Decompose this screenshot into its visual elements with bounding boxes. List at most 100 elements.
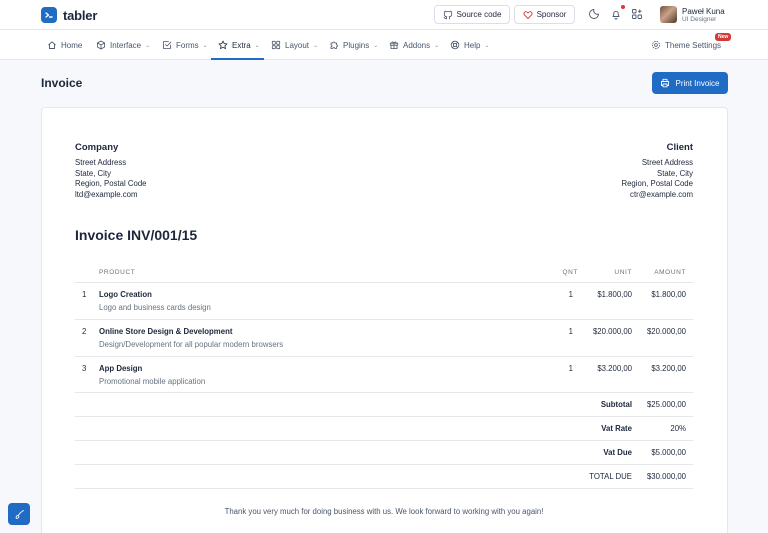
theme-settings-button[interactable]: Theme Settings <box>651 30 721 60</box>
column-header-product: Product <box>99 269 136 276</box>
nav-item-addons[interactable]: Addons ⌄ <box>389 30 439 60</box>
vat-due-label: Vat Due <box>603 448 632 457</box>
main-navbar: Home Interface ⌄ Forms ⌄ Extra ⌄ Layout … <box>0 30 768 60</box>
row-index: 1 <box>82 290 87 299</box>
star-icon <box>218 40 228 49</box>
settings-icon <box>652 41 660 49</box>
subtotal-label: Subtotal <box>600 400 632 409</box>
brand-name: tabler <box>63 7 98 23</box>
nav-label-home: Home <box>61 40 83 50</box>
table-divider <box>75 392 693 393</box>
vat-rate-value: 20% <box>670 424 686 433</box>
new-badge: New <box>715 33 732 41</box>
item-amount: $20.000,00 <box>646 327 686 336</box>
company-title: Company <box>75 142 119 153</box>
chevron-down-icon: ⌄ <box>484 42 490 49</box>
nav-item-extra[interactable]: Extra ⌄ <box>218 30 260 60</box>
invoice-number: Invoice INV/001/15 <box>75 227 198 243</box>
printer-icon <box>661 78 670 88</box>
column-header-qnt: Qnt <box>562 269 578 276</box>
item-name: App Design <box>99 364 143 373</box>
sponsor-label: Sponsor <box>536 10 567 19</box>
checkbox-icon <box>163 41 172 49</box>
nav-item-forms[interactable]: Forms ⌄ <box>162 30 208 60</box>
moon-icon[interactable] <box>588 8 600 20</box>
client-region: Region, Postal Code <box>621 179 693 189</box>
nav-item-help[interactable]: Help ⌄ <box>450 30 489 60</box>
table-divider <box>75 440 693 441</box>
vat-rate-label: Vat Rate <box>601 424 632 433</box>
chevron-down-icon: ⌄ <box>254 42 260 49</box>
company-street: Street Address <box>75 158 127 167</box>
bell-icon[interactable] <box>610 8 622 20</box>
client-city: State, City <box>657 168 693 178</box>
nav-label-extra: Extra <box>232 40 251 50</box>
user-avatar[interactable] <box>660 6 677 23</box>
table-divider <box>75 488 693 489</box>
user-name[interactable]: Paweł Kuna <box>682 7 725 16</box>
chevron-down-icon: ⌄ <box>434 42 440 49</box>
item-unit: $20.000,00 <box>592 327 632 336</box>
table-divider <box>75 356 693 357</box>
column-header-unit: Unit <box>614 269 632 276</box>
brand-logo[interactable]: tabler <box>41 7 97 23</box>
nav-label-addons: Addons <box>403 40 431 50</box>
nav-item-home[interactable]: Home <box>47 30 82 60</box>
table-divider <box>75 282 693 283</box>
column-header-amount: Amount <box>654 269 686 276</box>
company-email: ltd@example.com <box>75 190 138 200</box>
tabler-logo-icon <box>41 7 57 23</box>
item-name: Online Store Design & Development <box>99 327 233 336</box>
item-name: Logo Creation <box>99 290 152 299</box>
top-header: tabler Source code Sponsor Paweł Kuna UI… <box>0 0 768 30</box>
item-qnt: 1 <box>568 364 573 373</box>
active-nav-indicator <box>211 58 264 60</box>
source-code-button[interactable]: Source code <box>434 5 510 24</box>
table-divider <box>75 319 693 320</box>
heart-icon <box>523 10 533 19</box>
sponsor-button[interactable]: Sponsor <box>514 5 575 24</box>
table-divider <box>75 416 693 417</box>
row-index: 2 <box>82 327 87 336</box>
apps-icon[interactable] <box>631 8 643 20</box>
lifebuoy-icon <box>450 40 460 50</box>
chevron-down-icon: ⌄ <box>145 42 151 49</box>
item-amount: $1.800,00 <box>651 290 686 299</box>
nav-label-interface: Interface <box>110 40 142 50</box>
print-invoice-button[interactable]: Print Invoice <box>652 72 728 94</box>
source-code-label: Source code <box>456 10 502 19</box>
notification-dot <box>621 5 625 9</box>
theme-customizer-button[interactable] <box>8 503 30 525</box>
chevron-down-icon: ⌄ <box>373 42 379 49</box>
vat-due-value: $5.000,00 <box>651 448 686 457</box>
thank-you-note: Thank you very much for doing business w… <box>224 507 544 516</box>
print-invoice-label: Print Invoice <box>675 78 720 88</box>
company-region: Region, Postal Code <box>75 179 147 189</box>
nav-item-plugins[interactable]: Plugins ⌄ <box>329 30 378 60</box>
chevron-down-icon: ⌄ <box>202 42 208 49</box>
item-unit: $1.800,00 <box>597 290 632 299</box>
nav-item-layout[interactable]: Layout ⌄ <box>271 30 318 60</box>
table-divider <box>75 464 693 465</box>
client-email: ctr@example.com <box>630 190 693 200</box>
puzzle-icon <box>330 41 338 49</box>
nav-label-help: Help <box>464 40 481 50</box>
item-description: Logo and business cards design <box>99 303 211 312</box>
nav-item-interface[interactable]: Interface ⌄ <box>96 30 150 60</box>
company-city: State, City <box>75 168 111 178</box>
theme-settings-label: Theme Settings <box>665 40 722 50</box>
brush-icon <box>15 509 24 519</box>
home-icon <box>48 41 56 49</box>
package-icon <box>97 40 105 50</box>
nav-label-forms: Forms <box>176 40 199 50</box>
nav-label-plugins: Plugins <box>343 40 370 50</box>
layout-icon <box>271 40 281 50</box>
company-address: Street Address State, City Region, Posta… <box>75 158 147 201</box>
github-icon <box>443 10 452 19</box>
total-due-label: TOTAL DUE <box>589 472 632 481</box>
page-title: Invoice <box>41 76 83 90</box>
chevron-down-icon: ⌄ <box>313 42 319 49</box>
total-due-value: $30.000,00 <box>646 472 686 481</box>
item-description: Design/Development for all popular moder… <box>99 340 284 349</box>
row-index: 3 <box>82 364 87 373</box>
